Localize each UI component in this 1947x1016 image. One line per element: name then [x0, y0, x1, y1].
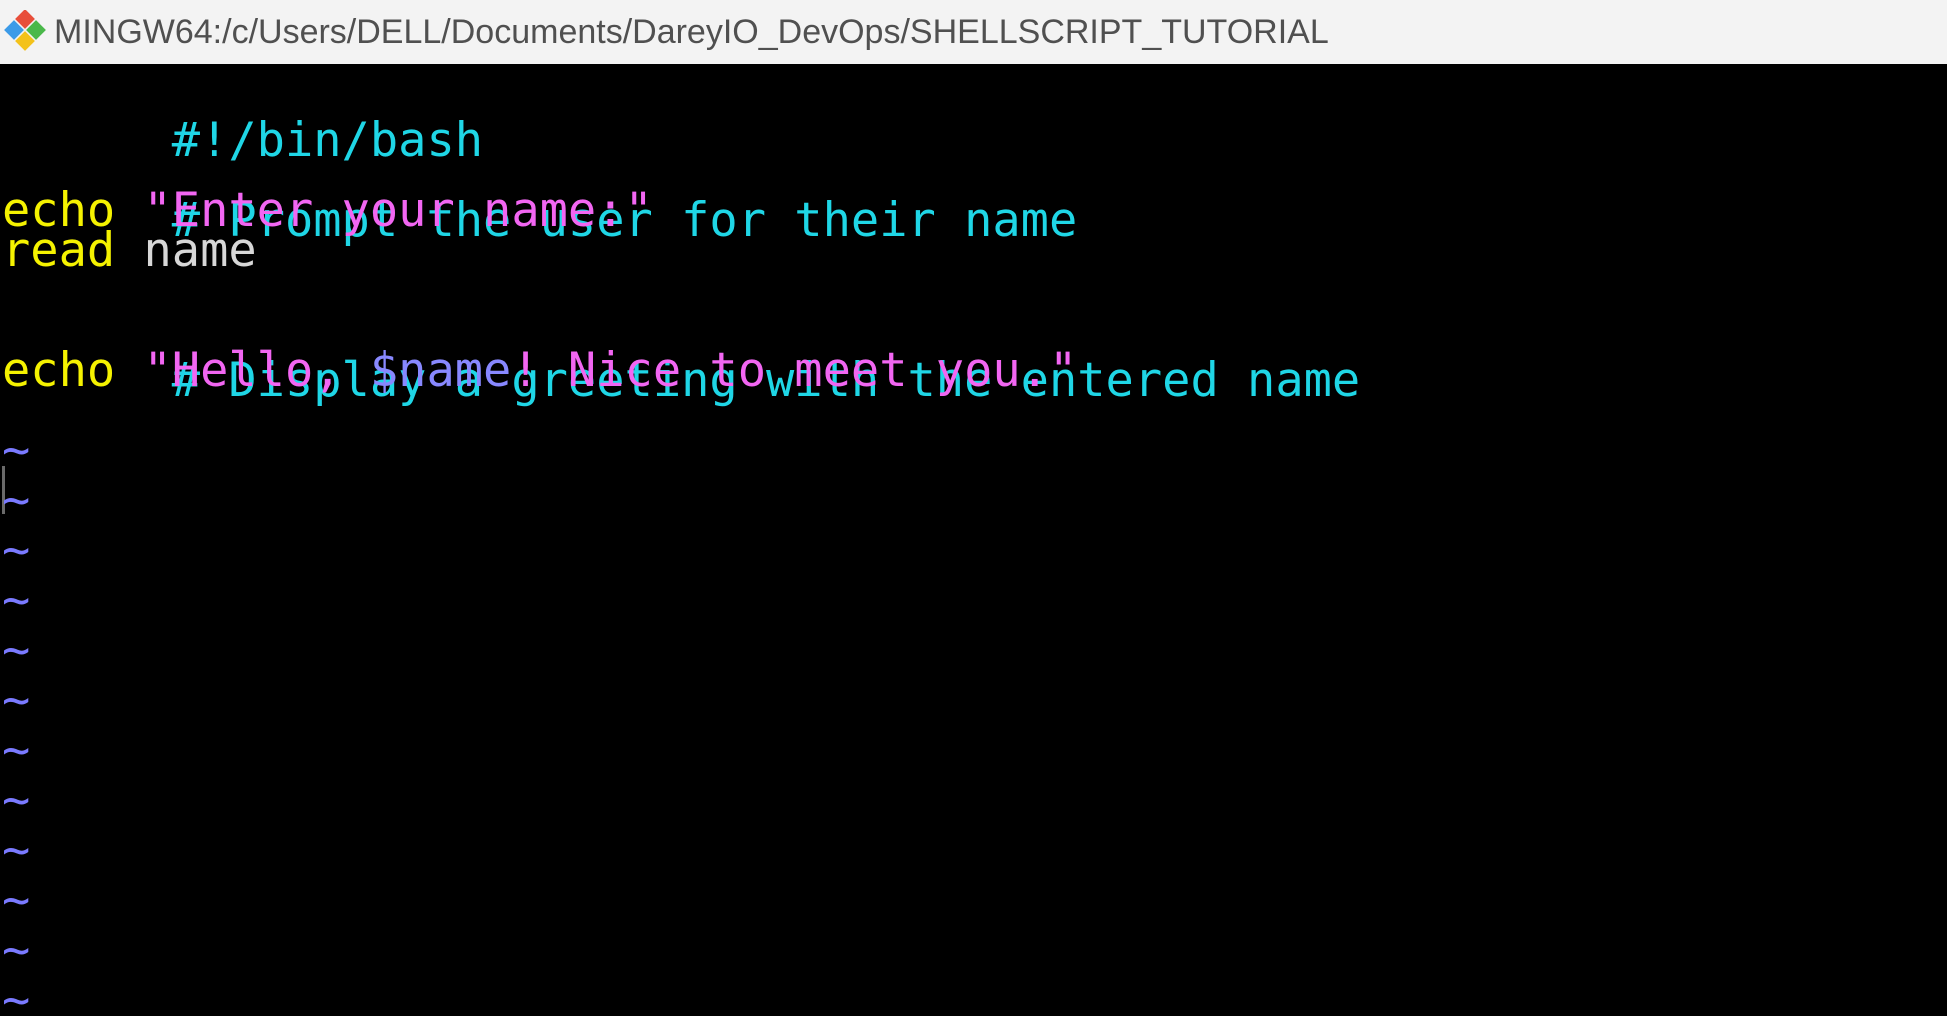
read-keyword: read — [2, 223, 116, 278]
greeting-string-end: ! Nice to meet you." — [511, 343, 1078, 398]
empty-line-tilde: ~ — [2, 673, 31, 728]
code-line-shebang: #!/bin/bash — [2, 66, 483, 166]
empty-line-tilde: ~ — [2, 923, 31, 978]
empty-line-tilde: ~ — [2, 773, 31, 828]
empty-line-tilde: ~ — [2, 523, 31, 578]
echo-keyword: echo — [2, 343, 116, 398]
vim-editor[interactable]: #!/bin/bash # Prompt the user for their … — [0, 64, 1947, 1016]
code-line-read: read name — [2, 226, 257, 276]
terminal-window: MINGW64:/c/Users/DELL/Documents/DareyIO_… — [0, 0, 1947, 1016]
window-title: MINGW64:/c/Users/DELL/Documents/DareyIO_… — [54, 12, 1329, 51]
empty-line-tilde: ~ — [2, 873, 31, 928]
empty-line-tilde: ~ — [2, 573, 31, 628]
greeting-string-start: "Hello, — [143, 343, 370, 398]
code-line-echo-greeting: echo "Hello, $name! Nice to meet you." — [2, 346, 1077, 396]
empty-line-tilde: ~ — [2, 723, 31, 778]
read-variable: name — [143, 223, 257, 278]
title-bar[interactable]: MINGW64:/c/Users/DELL/Documents/DareyIO_… — [0, 0, 1947, 64]
empty-line-tilde: ~ — [2, 823, 31, 878]
git-bash-icon — [4, 10, 48, 54]
name-variable: $name — [369, 343, 512, 398]
empty-line-tilde: ~ — [2, 623, 31, 678]
empty-line-tilde: ~ — [2, 423, 31, 478]
empty-line-tilde: ~ — [2, 473, 31, 528]
empty-line-tilde: ~ — [2, 973, 31, 1016]
